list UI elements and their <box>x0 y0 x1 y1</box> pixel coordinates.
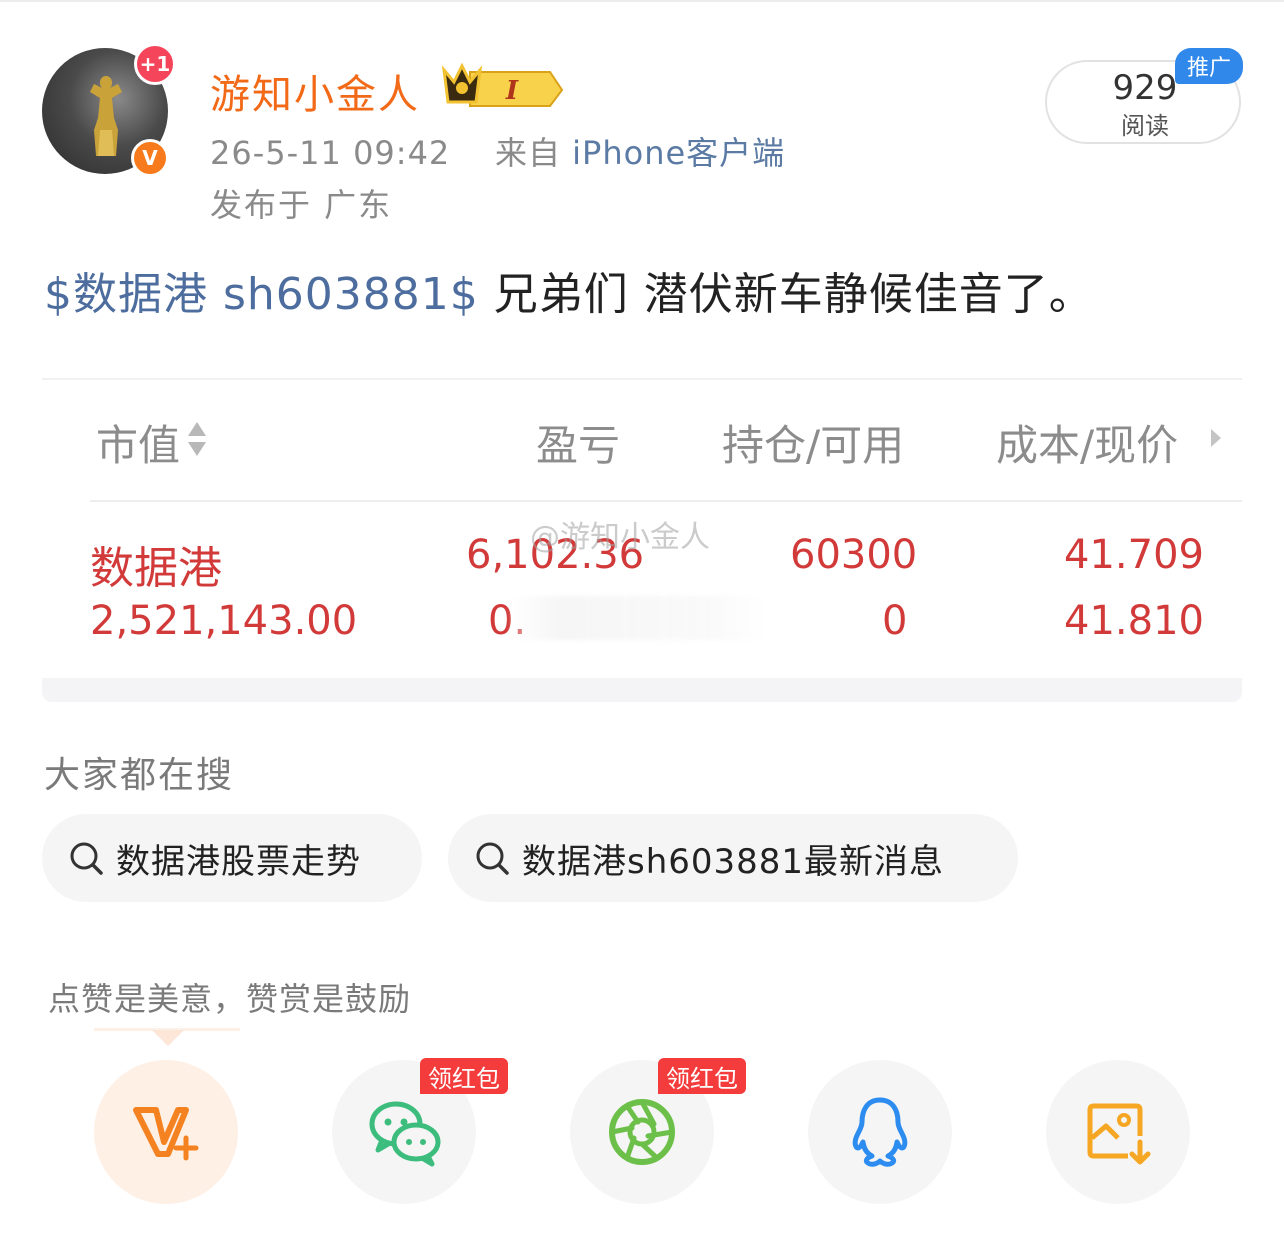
notification-badge: +1 <box>134 43 176 85</box>
holding-cost: 41.709 <box>1064 532 1204 578</box>
search-chip-latest-news[interactable]: 数据港sh603881最新消息 <box>448 814 1018 902</box>
source-prefix: 来自 <box>494 134 561 172</box>
col-cost-price: 成本/现价 <box>996 421 1179 470</box>
username[interactable]: 游知小金人 <box>210 62 420 120</box>
promo-tag[interactable]: 推广 <box>1175 48 1243 84</box>
search-icon <box>476 842 509 875</box>
search-chip-stock-trend[interactable]: 数据港股票走势 <box>42 814 422 902</box>
save-image-button[interactable] <box>1046 1060 1190 1204</box>
hongbao-badge: 领红包 <box>420 1058 508 1094</box>
holding-price: 41.810 <box>1064 598 1204 644</box>
search-heading: 大家都在搜 <box>44 755 235 796</box>
moments-icon <box>609 1099 675 1165</box>
holding-name: 数据港 <box>90 543 222 594</box>
watermark: @游知小金人 <box>530 520 710 555</box>
search-chip-label: 数据港sh603881最新消息 <box>522 841 945 882</box>
qq-icon <box>852 1097 908 1167</box>
reward-icon <box>133 1107 199 1161</box>
top-divider <box>0 0 1284 2</box>
share-qq-button[interactable] <box>808 1060 952 1204</box>
stock-tag-link[interactable]: $数据港 sh603881$ <box>44 269 479 320</box>
col-position: 持仓/可用 <box>722 421 905 470</box>
source-app-link[interactable]: iPhone客户端 <box>572 134 785 172</box>
holding-position: 60300 <box>790 532 918 578</box>
wechat-icon <box>369 1101 441 1167</box>
card-footer-band <box>42 678 1242 702</box>
post-meta: 26-5-11 09:42 来自 iPhone客户端 <box>210 128 785 174</box>
reward-button[interactable] <box>94 1060 238 1204</box>
location: 发布于 广东 <box>210 186 393 224</box>
level-badge-text: I <box>505 76 519 106</box>
tip-pointer <box>152 1030 184 1046</box>
member-crown-icon[interactable]: I <box>440 62 564 108</box>
col-market-value: 市值 <box>96 421 181 470</box>
search-icon <box>70 842 103 875</box>
avatar-statue-image <box>90 76 122 156</box>
caret-right-icon <box>1211 429 1221 447</box>
save-image-icon <box>1087 1103 1151 1165</box>
search-chip-label: 数据港股票走势 <box>116 841 361 882</box>
card-divider <box>90 500 1242 502</box>
read-label: 阅读 <box>1121 112 1169 140</box>
post-text: $数据港 sh603881$ 兄弟们 潜伏新车静候佳音了。 <box>44 258 1094 322</box>
blurred-region <box>510 596 768 640</box>
post-body: 兄弟们 潜伏新车静候佳音了。 <box>478 269 1094 320</box>
reward-tip: 点赞是美意，赞赏是鼓励 <box>48 980 412 1018</box>
hongbao-badge: 领红包 <box>658 1058 746 1094</box>
col-profit: 盈亏 <box>536 421 621 470</box>
sort-icon <box>188 422 206 456</box>
verified-badge: V <box>131 139 169 177</box>
holding-market-value: 2,521,143.00 <box>90 598 358 644</box>
holding-available: 0 <box>882 598 908 644</box>
timestamp: 26-5-11 09:42 <box>210 134 451 172</box>
